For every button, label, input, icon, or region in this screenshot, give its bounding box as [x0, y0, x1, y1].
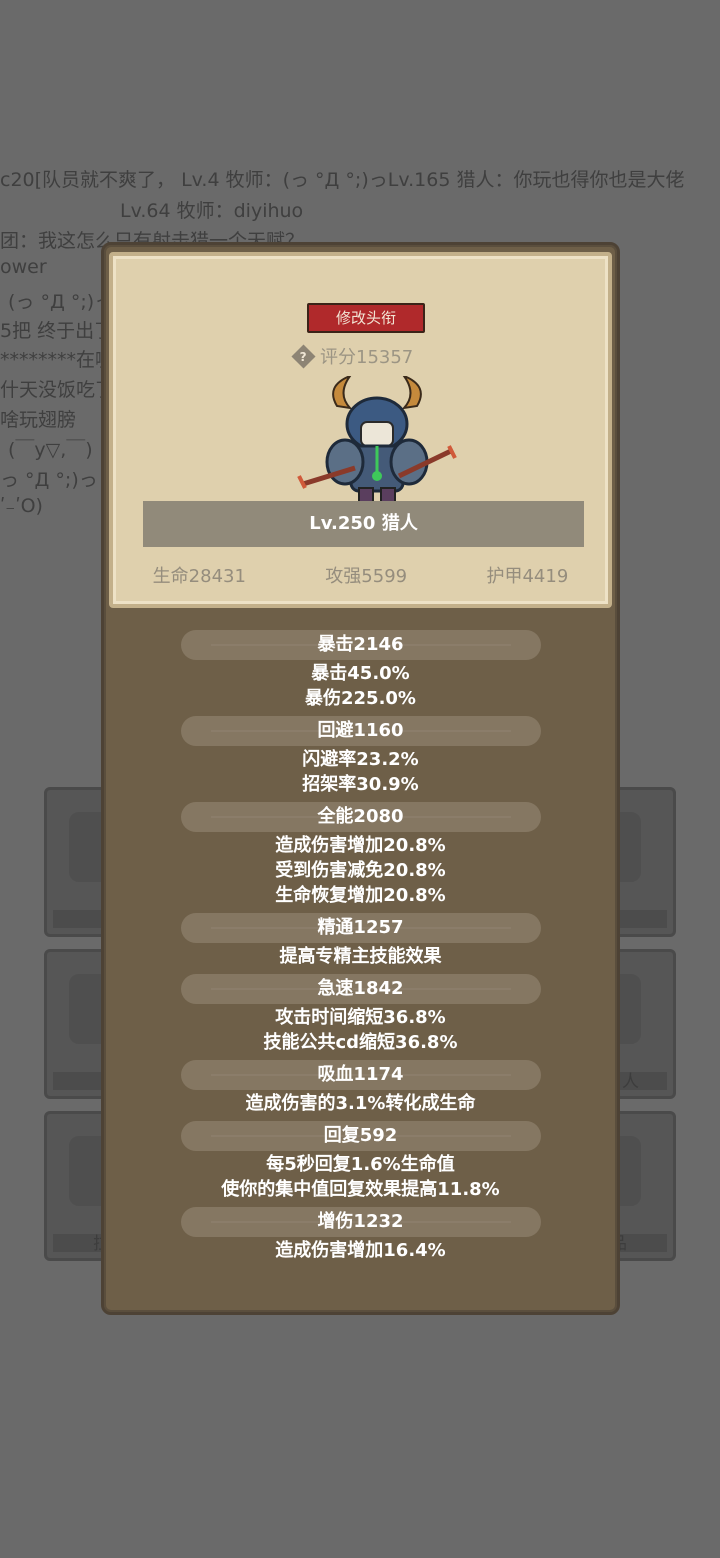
change-title-button[interactable]: 修改头衔: [307, 303, 425, 333]
slot-label: 人: [622, 1072, 639, 1092]
score-text: 评分15357: [320, 347, 414, 368]
attribute-group: 回避1160 闪避率23.2% 招架率30.9%: [104, 711, 617, 797]
attribute-detail: 提高专精主技能效果: [279, 946, 442, 967]
attribute-detail: 暴伤225.0%: [305, 688, 416, 709]
attribute-group: 全能2080 造成伤害增加20.8% 受到伤害减免20.8% 生命恢复增加20.8%: [104, 797, 617, 908]
attribute-label: 暴击2146: [317, 634, 404, 655]
attribute-group: 增伤1232 造成伤害增加16.4%: [104, 1202, 617, 1263]
attribute-label: 全能2080: [317, 806, 404, 827]
help-icon[interactable]: ?: [291, 343, 316, 369]
attribute-label: 增伤1232: [317, 1211, 404, 1232]
attribute-detail: 每5秒回复1.6%生命值: [266, 1154, 455, 1175]
attribute-detail: 技能公共cd缩短36.8%: [263, 1032, 458, 1053]
attribute-detail: 招架率30.9%: [302, 774, 419, 795]
character-name-bar: Lv.250 猎人: [143, 501, 584, 547]
attribute-label: 吸血1174: [317, 1064, 404, 1085]
attribute-label: 回避1160: [317, 720, 404, 741]
attribute-detail: 造成伤害的3.1%转化成生命: [245, 1093, 476, 1114]
attribute-detail: 闪避率23.2%: [302, 749, 419, 770]
attribute-header: 回避1160: [180, 716, 541, 746]
attribute-detail: 攻击时间缩短36.8%: [275, 1007, 446, 1028]
attribute-header: 急速1842: [180, 974, 541, 1004]
attribute-detail: 造成伤害增加20.8%: [275, 835, 446, 856]
character-card: 修改头衔 ? 评分15357 Lv.250 猎人 生命28431 攻强5599: [109, 252, 612, 608]
character-detail-panel: 修改头衔 ? 评分15357 Lv.250 猎人 生命28431 攻强5599: [101, 242, 620, 1315]
attribute-header: 吸血1174: [180, 1060, 541, 1090]
attribute-header: 增伤1232: [180, 1207, 541, 1237]
help-icon-glyph: ?: [300, 349, 307, 363]
stat-health: 生命28431: [152, 566, 246, 587]
attribute-group: 精通1257 提高专精主技能效果: [104, 908, 617, 969]
base-stats: 生命28431 攻强5599 护甲4419: [113, 562, 608, 588]
attribute-header: 全能2080: [180, 802, 541, 832]
attribute-detail: 受到伤害减免20.8%: [275, 860, 446, 881]
attribute-detail: 生命恢复增加20.8%: [275, 885, 446, 906]
attribute-detail: 使你的集中值回复效果提高11.8%: [221, 1179, 500, 1200]
attribute-header: 暴击2146: [180, 630, 541, 660]
hunter-avatar: [297, 376, 457, 515]
attribute-detail: 造成伤害增加16.4%: [275, 1240, 446, 1261]
attribute-label: 精通1257: [317, 917, 404, 938]
attribute-header: 回复592: [180, 1121, 541, 1151]
attribute-header: 精通1257: [180, 913, 541, 943]
score-row: ? 评分15357: [291, 342, 414, 370]
attribute-detail: 暴击45.0%: [311, 663, 410, 684]
attribute-list: 暴击2146 暴击45.0% 暴伤225.0% 回避1160 闪避率23.2% 招架率30…: [104, 625, 617, 1263]
attribute-group: 急速1842 攻击时间缩短36.8% 技能公共cd缩短36.8%: [104, 969, 617, 1055]
stat-attack-power: 攻强5599: [325, 566, 408, 587]
stat-armor: 护甲4419: [486, 566, 569, 587]
attribute-group: 暴击2146 暴击45.0% 暴伤225.0%: [104, 625, 617, 711]
attribute-group: 回复592 每5秒回复1.6%生命值使你的集中值回复效果提高11.8%: [104, 1116, 617, 1202]
attribute-label: 急速1842: [317, 978, 404, 999]
attribute-label: 回复592: [323, 1125, 398, 1146]
attribute-group: 吸血1174 造成伤害的3.1%转化成生命: [104, 1055, 617, 1116]
